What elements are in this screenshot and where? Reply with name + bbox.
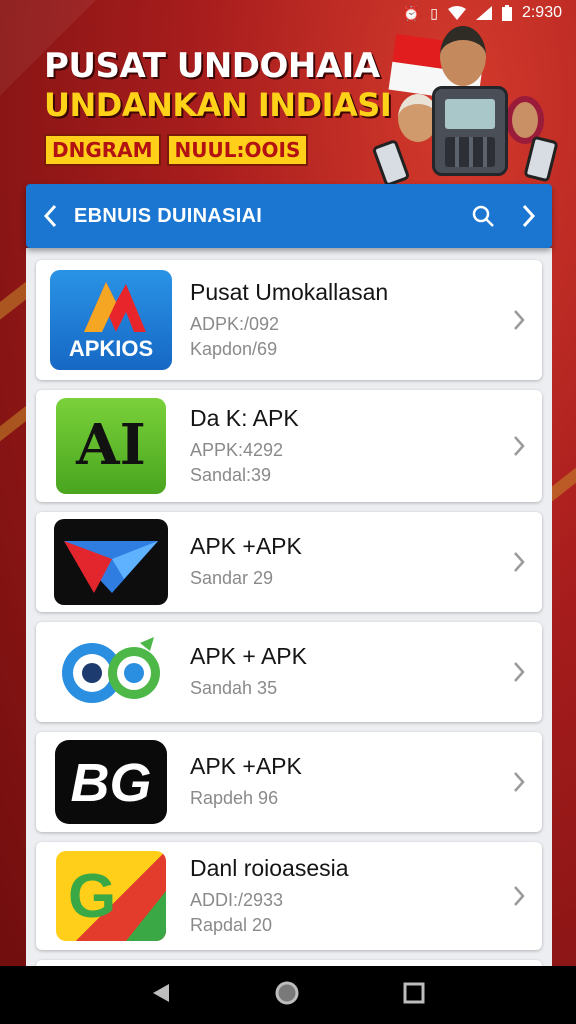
open-button[interactable] <box>496 661 542 683</box>
list-item[interactable]: BG APK +APK Rapdeh 96 <box>36 732 542 832</box>
app-size: Kapdon/69 <box>190 338 278 359</box>
ai-letters-icon: AI <box>56 398 166 494</box>
open-button[interactable] <box>496 551 542 573</box>
back-button[interactable] <box>26 184 74 248</box>
triangle-back-icon <box>153 983 170 1002</box>
banner-badge: DNGRAM <box>44 134 161 166</box>
page-title: EBNUIS DUINASIAI <box>74 204 263 227</box>
app-list: APKIOS Pusat Umokallasan ADPK:/092 Kapdo… <box>26 248 552 968</box>
chevron-right-icon <box>522 204 536 228</box>
apk-ios-icon: APKIOS <box>50 270 172 370</box>
g-map-icon: G <box>56 851 166 941</box>
banner-badge: NUUL:OOIS <box>166 134 309 166</box>
app-icon-label: APKIOS <box>68 336 154 361</box>
bg-icon: BG <box>55 740 167 824</box>
list-item[interactable]: APK +APK Sandar 29 <box>36 512 542 612</box>
app-icon-container: APKIOS <box>36 270 186 370</box>
app-version: ADDI:/2933 <box>190 889 284 910</box>
app-name: Pusat Umokallasan <box>190 278 389 305</box>
app-icon-container <box>36 629 186 715</box>
search-icon <box>472 205 494 227</box>
open-button[interactable] <box>496 771 542 793</box>
phone-prop-image <box>371 138 411 188</box>
nav-back-button[interactable] <box>151 982 171 1009</box>
app-icon-container: BG <box>36 740 186 824</box>
list-item[interactable]: APK + APK Sandah 35 <box>36 622 542 722</box>
search-button[interactable] <box>460 184 506 248</box>
app-size: Sandah 35 <box>190 678 278 698</box>
list-item[interactable]: APKIOS Pusat Umokallasan ADPK:/092 Kapdo… <box>36 260 542 380</box>
open-button[interactable] <box>496 435 542 457</box>
play-arrow-icon <box>54 519 168 605</box>
open-button[interactable] <box>496 309 542 331</box>
nav-recents-button[interactable] <box>403 982 425 1009</box>
radio-device-image <box>432 86 508 176</box>
list-item[interactable]: AI Da K: APK APPK:4292 Sandal:39 <box>36 390 542 502</box>
chevron-right-icon <box>514 310 525 330</box>
app-icon-container <box>36 519 186 605</box>
app-name: APK +APK <box>190 753 302 779</box>
promo-banner[interactable]: PUSAT UNDOHAIA UNDANKAN INDIASI DNGRAM N… <box>0 26 576 188</box>
app-size: Rapdeh 96 <box>190 788 279 808</box>
app-name: APK + APK <box>190 643 307 669</box>
app-icon-label: G <box>68 862 117 931</box>
banner-headline-secondary: UNDANKAN INDIASI <box>44 86 392 124</box>
app-icon-label: BG <box>70 753 152 813</box>
chevron-right-icon <box>514 436 525 456</box>
chevron-right-icon <box>514 772 525 792</box>
app-icon-container: G <box>36 851 186 941</box>
app-size: Rapdal 20 <box>190 914 273 935</box>
list-item[interactable]: G Danl roioasesia ADDI:/2933 Rapdal 20 <box>36 842 542 950</box>
clock-time: 2:930 <box>521 4 562 21</box>
app-version: APPK:4292 <box>190 439 284 460</box>
app-header: EBNUIS DUINASIAI <box>26 184 552 248</box>
wifi-icon <box>447 6 466 20</box>
app-size: Sandal:39 <box>190 464 272 485</box>
app-icon-container: AI <box>36 398 186 494</box>
circle-home-icon <box>275 981 299 1004</box>
chevron-left-icon <box>43 204 57 228</box>
chevron-right-icon <box>514 552 525 572</box>
app-size: Sandar 29 <box>190 568 274 588</box>
alarm-icon: ⏰ <box>402 5 421 21</box>
chevron-right-icon <box>514 886 525 906</box>
person-officer-image <box>440 26 486 86</box>
banner-headline-primary: PUSAT UNDOHAIA <box>44 46 380 86</box>
banner-badges: DNGRAM NUUL:OOIS <box>44 134 309 166</box>
battery-icon <box>501 5 512 21</box>
signal-icon <box>475 6 492 20</box>
forward-button[interactable] <box>506 184 552 248</box>
nav-home-button[interactable] <box>274 980 300 1011</box>
chevron-right-icon <box>514 662 525 682</box>
square-recents-icon <box>403 982 425 1003</box>
app-name: Da K: APK <box>190 404 299 431</box>
app-name: APK +APK <box>190 533 302 559</box>
app-icon-label: AI <box>76 412 146 478</box>
chat-bubbles-icon <box>54 629 168 715</box>
open-button[interactable] <box>496 885 542 907</box>
app-version: ADPK:/092 <box>190 313 280 334</box>
system-nav-bar <box>0 966 576 1024</box>
vibrate-icon: ▯ <box>430 5 438 21</box>
status-bar: ⏰ ▯ 2:930 <box>0 0 576 26</box>
app-name: Danl roioasesia <box>190 854 349 881</box>
